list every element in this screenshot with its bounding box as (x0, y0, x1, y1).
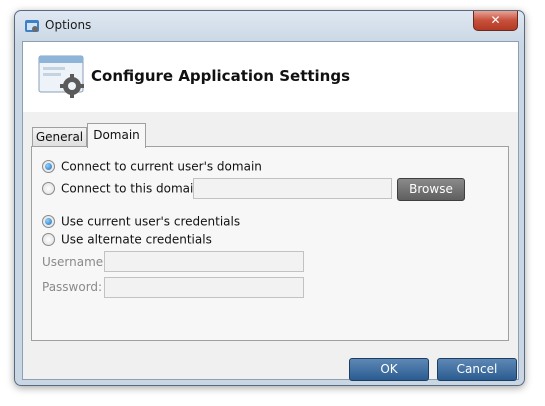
domain-tab-panel: Connect to current user's domain Connect… (31, 146, 509, 341)
username-label: Username: (42, 255, 108, 269)
current-domain-radio[interactable] (42, 160, 55, 173)
username-field[interactable] (104, 251, 304, 272)
close-icon: ✕ (490, 13, 501, 27)
password-label: Password: (42, 280, 103, 294)
this-domain-label: Connect to this domain: (61, 181, 205, 196)
domain-input[interactable] (193, 178, 392, 199)
current-credentials-option[interactable]: Use current user's credentials (42, 214, 240, 229)
close-button[interactable]: ✕ (473, 11, 518, 31)
options-window: Options ✕ Configure Application Settings… (14, 10, 525, 386)
ok-button[interactable]: OK (349, 358, 429, 381)
dialog-header: Configure Application Settings (23, 42, 518, 112)
cancel-button[interactable]: Cancel (437, 358, 517, 381)
tab-general[interactable]: General (32, 127, 87, 147)
this-domain-option[interactable]: Connect to this domain: (42, 181, 205, 196)
current-domain-label: Connect to current user's domain (61, 159, 262, 174)
alternate-credentials-radio[interactable] (42, 233, 55, 246)
alternate-credentials-option[interactable]: Use alternate credentials (42, 232, 212, 247)
settings-window-icon (38, 55, 84, 98)
tab-domain[interactable]: Domain (87, 123, 146, 148)
password-field[interactable] (104, 277, 304, 298)
this-domain-radio[interactable] (42, 182, 55, 195)
dialog-client-area: Configure Application Settings General D… (22, 41, 519, 381)
browse-button[interactable]: Browse (397, 178, 465, 201)
page-title: Configure Application Settings (91, 67, 351, 85)
title-bar[interactable]: Options ✕ (15, 11, 524, 41)
current-credentials-label: Use current user's credentials (61, 214, 241, 229)
alternate-credentials-label: Use alternate credentials (61, 232, 212, 247)
window-title: Options (45, 18, 92, 32)
current-domain-option[interactable]: Connect to current user's domain (42, 159, 262, 174)
current-credentials-radio[interactable] (42, 215, 55, 228)
application-icon (25, 20, 39, 32)
